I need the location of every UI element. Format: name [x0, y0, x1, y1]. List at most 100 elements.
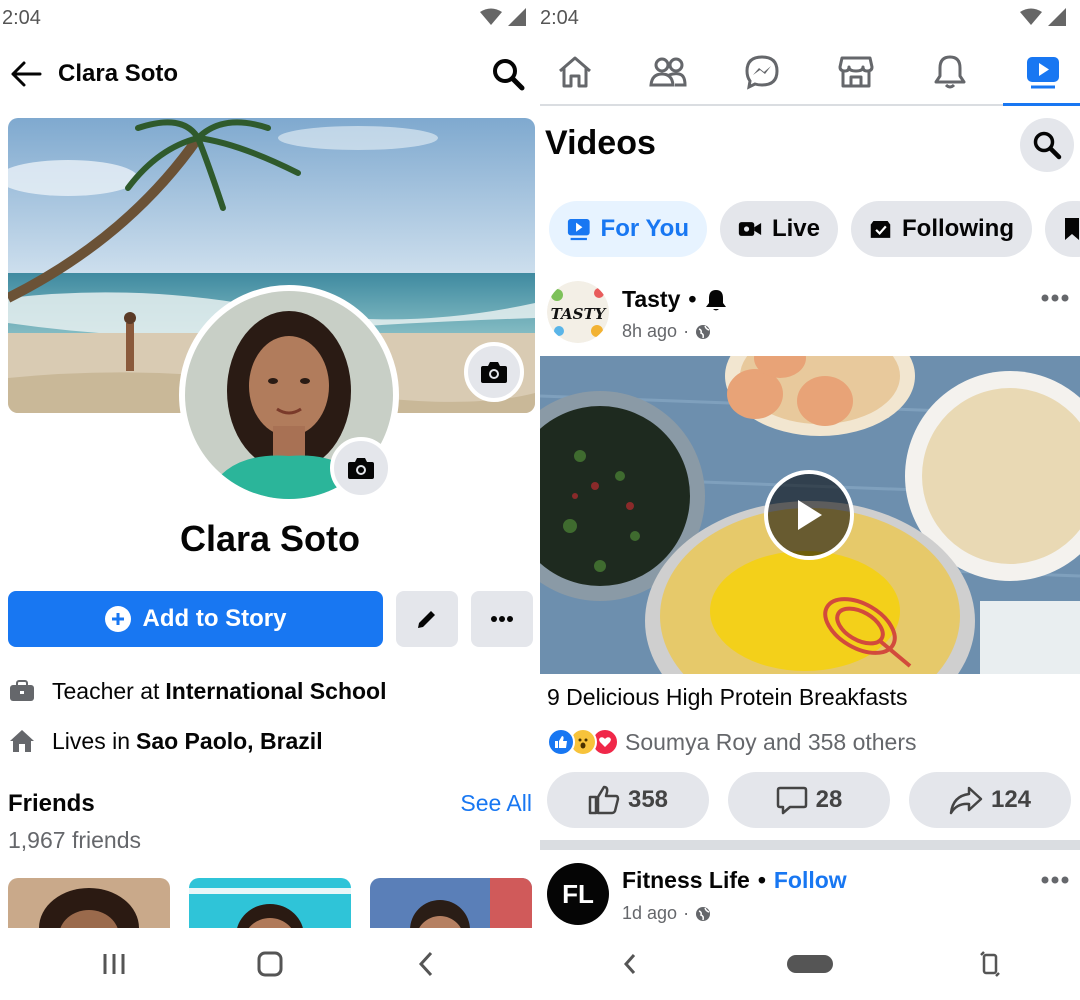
see-all-friends-link[interactable]: See All	[460, 790, 532, 817]
play-button[interactable]	[764, 470, 854, 560]
follow-button[interactable]: Follow	[774, 867, 847, 894]
plus-icon	[104, 606, 131, 632]
post-more-button[interactable]	[1040, 288, 1070, 308]
work-prefix: Teacher at	[52, 677, 160, 704]
home-prefix: Lives in	[52, 727, 130, 754]
comment-count: 28	[815, 786, 843, 813]
tab-watch[interactable]	[1003, 50, 1080, 106]
status-bar: 2:04	[540, 0, 1080, 36]
video-search-button[interactable]	[1020, 118, 1074, 172]
home-info: Lives in Sao Paolo, Brazil	[8, 726, 323, 756]
video-player[interactable]	[540, 356, 1080, 674]
work-place[interactable]: International School	[165, 678, 386, 705]
camera-icon	[481, 362, 507, 383]
header-title: Clara Soto	[58, 60, 179, 87]
tab-marketplace[interactable]	[832, 50, 880, 94]
post-meta: 8h ago ·	[622, 321, 711, 342]
pencil-icon	[418, 611, 435, 628]
post-meta: 1d ago ·	[622, 903, 711, 924]
separator-dot: ·	[683, 321, 690, 341]
chip-following[interactable]: Following	[851, 201, 1032, 257]
tasty-logo-text: TASTY	[551, 305, 607, 323]
chip-for-you[interactable]: For You	[549, 201, 707, 257]
notifications-icon	[934, 55, 966, 89]
add-to-story-button[interactable]: Add to Story	[8, 591, 383, 647]
tab-messenger[interactable]	[738, 50, 786, 94]
post-more-button[interactable]	[1040, 870, 1070, 890]
friends-title: Friends	[8, 790, 95, 817]
share-button[interactable]: 124	[909, 772, 1071, 828]
system-nav-bar	[540, 928, 1080, 1000]
post-page-avatar[interactable]: TASTY	[547, 281, 609, 343]
post-header: Fitness Life • Follow	[622, 867, 847, 894]
search-button[interactable]	[490, 56, 526, 92]
like-button[interactable]: 358	[547, 772, 709, 828]
rotate-icon	[980, 951, 1000, 977]
facebook-tab-bar	[540, 40, 1080, 106]
marketplace-icon	[838, 56, 874, 88]
signal-icon	[508, 8, 526, 26]
more-dots-icon	[491, 616, 513, 622]
more-options-button[interactable]	[471, 591, 533, 647]
share-icon	[949, 786, 983, 815]
chip-label: Following	[902, 215, 1014, 242]
status-icons	[1020, 8, 1066, 26]
like-reaction-icon	[547, 728, 575, 756]
share-count: 124	[990, 786, 1032, 813]
like-count: 358	[627, 786, 669, 813]
wifi-icon	[480, 8, 502, 25]
bell-icon[interactable]	[704, 288, 728, 312]
home-nav-button[interactable]	[250, 948, 290, 980]
edit-profile-picture-button[interactable]	[330, 437, 392, 499]
globe-icon	[696, 906, 711, 921]
back-chevron-icon	[418, 951, 433, 977]
reactions-text: Soumya Roy and 358 others	[625, 728, 917, 755]
status-time: 2:04	[540, 7, 579, 30]
post-time: 8h ago	[622, 321, 678, 341]
friends-icon	[649, 57, 687, 87]
add-to-story-label: Add to Story	[142, 605, 287, 632]
chip-label: Live	[771, 215, 820, 242]
home-icon	[559, 56, 591, 88]
signal-icon	[1048, 8, 1066, 26]
rotate-button[interactable]	[970, 948, 1010, 980]
comment-button[interactable]: 28	[728, 772, 890, 828]
search-icon	[1033, 131, 1062, 160]
edit-cover-photo-button[interactable]	[464, 342, 524, 402]
play-icon	[567, 219, 590, 241]
back-button[interactable]	[10, 60, 42, 88]
home-place[interactable]: Sao Paolo, Brazil	[136, 728, 323, 755]
friends-count: 1,967 friends	[8, 827, 141, 853]
messenger-icon	[745, 55, 779, 90]
live-camera-icon	[738, 222, 762, 236]
back-nav-button[interactable]	[406, 948, 446, 980]
tab-home[interactable]	[551, 50, 599, 94]
work-info: Teacher at International School	[8, 676, 386, 706]
post-page-name[interactable]: Fitness Life	[622, 867, 750, 894]
separator-dot: ·	[683, 903, 690, 923]
video-title[interactable]: 9 Delicious High Protein Breakfasts	[547, 684, 908, 711]
edit-profile-button[interactable]	[396, 591, 458, 647]
tab-notifications[interactable]	[926, 50, 974, 94]
home-nav-button[interactable]	[786, 948, 834, 980]
separator-dot: •	[688, 286, 697, 312]
back-nav-button[interactable]	[610, 948, 650, 980]
chip-saved[interactable]	[1045, 201, 1080, 257]
chip-live[interactable]: Live	[720, 201, 838, 257]
globe-icon	[696, 324, 711, 339]
status-time-text: 2:04	[540, 7, 579, 29]
profile-header: Clara Soto	[0, 48, 540, 100]
system-nav-bar	[0, 928, 540, 1000]
post-header: Tasty •	[622, 286, 728, 313]
post-page-name[interactable]: Tasty	[622, 286, 680, 313]
recent-apps-button[interactable]	[94, 948, 134, 980]
post-page-avatar[interactable]: FL	[547, 863, 609, 925]
videos-screen: 2:04 Videos For You Live Following TASTY…	[540, 0, 1080, 1000]
avatar-initials: FL	[562, 878, 594, 909]
bookmark-icon	[1065, 218, 1079, 240]
back-chevron-icon	[623, 954, 636, 974]
home-pill-icon	[787, 955, 833, 973]
tab-friends[interactable]	[644, 50, 692, 94]
home-square-icon	[257, 951, 283, 977]
reactions-summary[interactable]: Soumya Roy and 358 others	[547, 728, 917, 756]
